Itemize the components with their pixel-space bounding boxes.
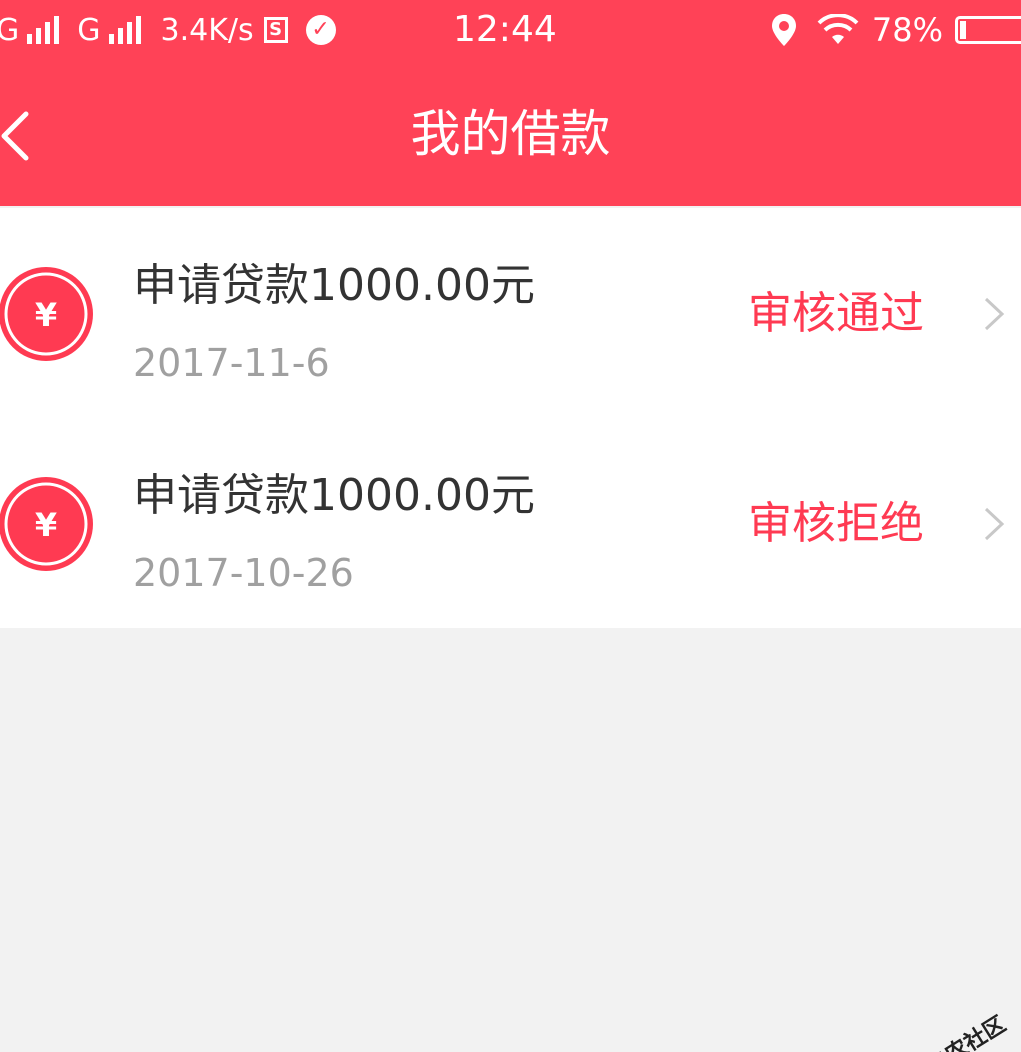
status-time: 12:44 xyxy=(453,9,557,50)
location-icon xyxy=(771,14,796,46)
signal-type-label-2: G xyxy=(77,12,101,48)
status-left: G G 3.4K/s S ✓ xyxy=(0,10,336,50)
nav-bar: 我的借款 xyxy=(0,62,1021,206)
chevron-right-icon xyxy=(984,297,1005,331)
status-right: 78% xyxy=(771,10,1021,50)
battery-fill xyxy=(960,21,966,39)
battery-icon xyxy=(955,16,1021,44)
svg-text:¥: ¥ xyxy=(35,296,57,334)
signal-type-label: G xyxy=(0,12,20,48)
svg-text:¥: ¥ xyxy=(35,506,57,544)
chevron-right-icon xyxy=(984,507,1005,541)
s-app-icon: S xyxy=(263,17,288,43)
wifi-icon xyxy=(817,14,859,44)
yen-icon: ¥ xyxy=(0,477,93,571)
loan-title: 申请贷款1000.00元 xyxy=(133,470,535,521)
yen-icon: ¥ xyxy=(0,267,93,361)
loan-title: 申请贷款1000.00元 xyxy=(133,260,535,311)
battery-percent: 78% xyxy=(871,11,943,49)
page-title: 我的借款 xyxy=(410,105,611,163)
loan-list: ¥ 申请贷款1000.00元 2017-11-6 审核通过 ¥ 申请贷款1000… xyxy=(0,208,1021,628)
signal-strength-icon xyxy=(27,16,60,44)
loan-list-item[interactable]: ¥ 申请贷款1000.00元 2017-11-6 审核通过 xyxy=(0,208,1021,418)
watermark-text: 卡农社区 xyxy=(922,1011,1011,1052)
signal-strength-icon-2 xyxy=(108,16,141,44)
loan-status: 审核通过 xyxy=(748,288,924,339)
loan-status: 审核拒绝 xyxy=(748,498,924,549)
loan-date: 2017-11-6 xyxy=(133,341,330,385)
watermark: 卡农社区 xyxy=(896,1007,1011,1052)
status-bar: G G 3.4K/s S ✓ 12:44 78% xyxy=(0,0,1021,62)
loan-list-item[interactable]: ¥ 申请贷款1000.00元 2017-10-26 审核拒绝 xyxy=(0,418,1021,628)
loan-date: 2017-10-26 xyxy=(133,551,354,595)
app-screen: G G 3.4K/s S ✓ 12:44 78% 我的借款 ¥ 申请贷款1000… xyxy=(0,0,1021,1052)
network-speed: 3.4K/s xyxy=(160,12,254,48)
check-circle-icon: ✓ xyxy=(305,15,336,45)
